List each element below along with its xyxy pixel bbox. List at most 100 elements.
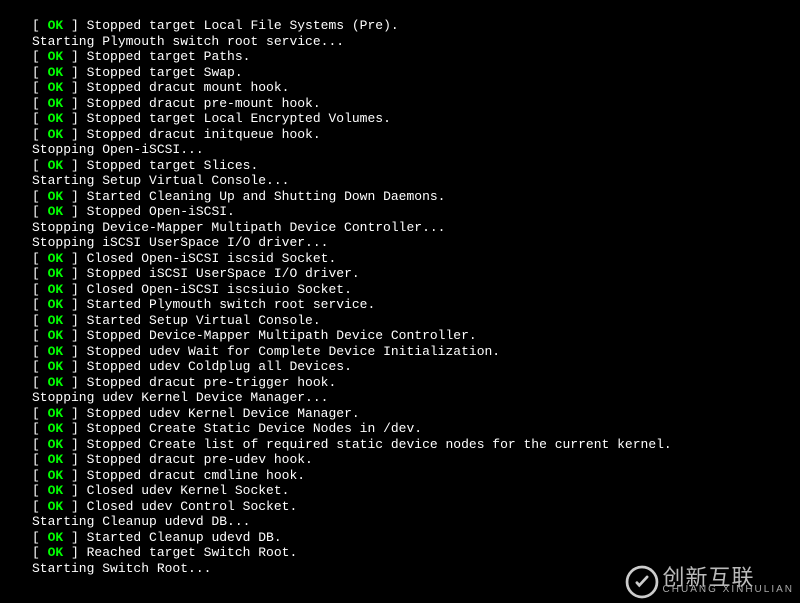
bracket-open: [ bbox=[32, 127, 48, 142]
console-line: [ OK ] Stopped Create list of required s… bbox=[32, 437, 800, 453]
bracket-open: [ bbox=[32, 328, 48, 343]
status-ok: OK bbox=[48, 204, 64, 219]
log-message: Closed Open-iSCSI iscsiuio Socket. bbox=[87, 282, 352, 297]
status-ok: OK bbox=[48, 530, 64, 545]
log-message: Stopping iSCSI UserSpace I/O driver... bbox=[32, 235, 328, 250]
log-message: Stopped udev Coldplug all Devices. bbox=[87, 359, 352, 374]
bracket-open: [ bbox=[32, 468, 48, 483]
bracket-close: ] bbox=[63, 344, 86, 359]
bracket-open: [ bbox=[32, 266, 48, 281]
status-ok: OK bbox=[48, 499, 64, 514]
console-line: Starting Plymouth switch root service... bbox=[32, 34, 800, 50]
bracket-open: [ bbox=[32, 297, 48, 312]
log-message: Reached target Switch Root. bbox=[87, 545, 298, 560]
bracket-close: ] bbox=[63, 452, 86, 467]
console-line: [ OK ] Stopped dracut cmdline hook. bbox=[32, 468, 800, 484]
console-line: Starting Setup Virtual Console... bbox=[32, 173, 800, 189]
bracket-open: [ bbox=[32, 313, 48, 328]
bracket-close: ] bbox=[63, 204, 86, 219]
log-message: Stopped Open-iSCSI. bbox=[87, 204, 235, 219]
bracket-open: [ bbox=[32, 545, 48, 560]
console-line: [ OK ] Reached target Switch Root. bbox=[32, 545, 800, 561]
log-message: Stopping Open-iSCSI... bbox=[32, 142, 204, 157]
log-message: Stopped target Swap. bbox=[87, 65, 243, 80]
console-line: [ OK ] Stopped dracut pre-udev hook. bbox=[32, 452, 800, 468]
bracket-open: [ bbox=[32, 189, 48, 204]
log-message: Stopping Device-Mapper Multipath Device … bbox=[32, 220, 445, 235]
status-ok: OK bbox=[48, 65, 64, 80]
log-message: Closed Open-iSCSI iscsid Socket. bbox=[87, 251, 337, 266]
bracket-close: ] bbox=[63, 483, 86, 498]
bracket-close: ] bbox=[63, 375, 86, 390]
bracket-close: ] bbox=[63, 111, 86, 126]
status-ok: OK bbox=[48, 111, 64, 126]
console-line: [ OK ] Stopped target Local Encrypted Vo… bbox=[32, 111, 800, 127]
boot-console: [ OK ] Stopped target Local File Systems… bbox=[0, 0, 800, 576]
console-line: [ OK ] Started Cleanup udevd DB. bbox=[32, 530, 800, 546]
log-message: Starting Setup Virtual Console... bbox=[32, 173, 289, 188]
watermark-icon bbox=[625, 565, 659, 599]
bracket-open: [ bbox=[32, 530, 48, 545]
log-message: Started Setup Virtual Console. bbox=[87, 313, 321, 328]
console-line: Stopping Open-iSCSI... bbox=[32, 142, 800, 158]
bracket-close: ] bbox=[63, 406, 86, 421]
bracket-open: [ bbox=[32, 375, 48, 390]
status-ok: OK bbox=[48, 468, 64, 483]
status-ok: OK bbox=[48, 266, 64, 281]
status-ok: OK bbox=[48, 328, 64, 343]
status-ok: OK bbox=[48, 344, 64, 359]
watermark-subtext: CHUANG XINHULIAN bbox=[663, 585, 794, 594]
log-message: Stopped udev Kernel Device Manager. bbox=[87, 406, 360, 421]
bracket-open: [ bbox=[32, 204, 48, 219]
log-message: Stopping udev Kernel Device Manager... bbox=[32, 390, 328, 405]
status-ok: OK bbox=[48, 96, 64, 111]
log-message: Stopped dracut cmdline hook. bbox=[87, 468, 305, 483]
bracket-close: ] bbox=[63, 65, 86, 80]
console-line: [ OK ] Stopped target Paths. bbox=[32, 49, 800, 65]
console-line: [ OK ] Started Setup Virtual Console. bbox=[32, 313, 800, 329]
console-line: [ OK ] Closed udev Control Socket. bbox=[32, 499, 800, 515]
bracket-open: [ bbox=[32, 49, 48, 64]
bracket-close: ] bbox=[63, 96, 86, 111]
log-message: Starting Cleanup udevd DB... bbox=[32, 514, 250, 529]
status-ok: OK bbox=[48, 189, 64, 204]
console-line: [ OK ] Stopped udev Coldplug all Devices… bbox=[32, 359, 800, 375]
log-message: Stopped dracut mount hook. bbox=[87, 80, 290, 95]
status-ok: OK bbox=[48, 421, 64, 436]
log-message: Closed udev Control Socket. bbox=[87, 499, 298, 514]
bracket-close: ] bbox=[63, 189, 86, 204]
log-message: Closed udev Kernel Socket. bbox=[87, 483, 290, 498]
bracket-open: [ bbox=[32, 499, 48, 514]
console-line: [ OK ] Stopped target Swap. bbox=[32, 65, 800, 81]
bracket-close: ] bbox=[63, 421, 86, 436]
status-ok: OK bbox=[48, 158, 64, 173]
console-line: [ OK ] Stopped target Slices. bbox=[32, 158, 800, 174]
log-message: Stopped dracut pre-mount hook. bbox=[87, 96, 321, 111]
bracket-open: [ bbox=[32, 359, 48, 374]
log-message: Starting Plymouth switch root service... bbox=[32, 34, 344, 49]
log-message: Stopped dracut initqueue hook. bbox=[87, 127, 321, 142]
bracket-open: [ bbox=[32, 96, 48, 111]
bracket-open: [ bbox=[32, 158, 48, 173]
log-message: Stopped Create list of required static d… bbox=[87, 437, 672, 452]
bracket-open: [ bbox=[32, 111, 48, 126]
console-line: Stopping Device-Mapper Multipath Device … bbox=[32, 220, 800, 236]
bracket-open: [ bbox=[32, 437, 48, 452]
bracket-open: [ bbox=[32, 452, 48, 467]
bracket-open: [ bbox=[32, 80, 48, 95]
bracket-open: [ bbox=[32, 251, 48, 266]
log-message: Stopped target Local Encrypted Volumes. bbox=[87, 111, 391, 126]
log-message: Stopped Device-Mapper Multipath Device C… bbox=[87, 328, 477, 343]
console-line: Starting Cleanup udevd DB... bbox=[32, 514, 800, 530]
bracket-open: [ bbox=[32, 406, 48, 421]
log-message: Stopped iSCSI UserSpace I/O driver. bbox=[87, 266, 360, 281]
log-message: Stopped Create Static Device Nodes in /d… bbox=[87, 421, 422, 436]
status-ok: OK bbox=[48, 359, 64, 374]
bracket-close: ] bbox=[63, 313, 86, 328]
bracket-open: [ bbox=[32, 18, 48, 33]
console-line: Stopping udev Kernel Device Manager... bbox=[32, 390, 800, 406]
bracket-open: [ bbox=[32, 344, 48, 359]
console-line: [ OK ] Stopped Device-Mapper Multipath D… bbox=[32, 328, 800, 344]
bracket-close: ] bbox=[63, 437, 86, 452]
console-line: [ OK ] Stopped udev Wait for Complete De… bbox=[32, 344, 800, 360]
